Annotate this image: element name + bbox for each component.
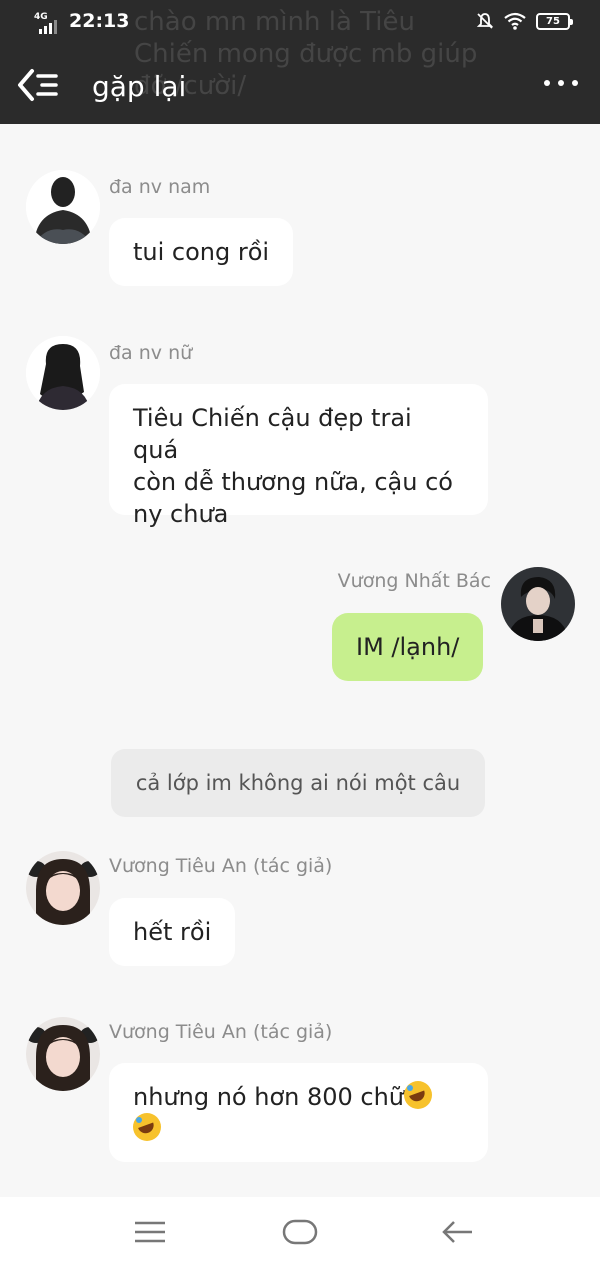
back-button[interactable] (16, 67, 62, 103)
message-bubble[interactable]: nhưng nó hơn 800 chữ (109, 1063, 488, 1162)
avatar-author-photo[interactable] (26, 851, 100, 925)
message-bubble[interactable]: tui cong rồi (109, 218, 294, 286)
wifi-icon (504, 12, 526, 30)
sender-name: Vương Tiêu An (tác giả) (109, 1021, 333, 1043)
message-bubble[interactable]: hết rồi (109, 898, 236, 966)
back-arrow-icon (442, 1221, 472, 1243)
avatar-own-photo[interactable] (501, 567, 575, 641)
message-bubble[interactable]: Tiêu Chiến cậu đẹp trai quá còn dễ thươn… (109, 384, 488, 528)
network-type: 4G (34, 12, 48, 22)
sender-name: đa nv nữ (109, 342, 193, 364)
status-time: 22:13 (69, 10, 130, 32)
avatar-author-photo[interactable] (26, 1017, 100, 1091)
back-list-icon (18, 69, 58, 101)
rofl-emoji-icon (133, 1113, 161, 1141)
menu-icon (135, 1221, 165, 1243)
battery-indicator: 75 (536, 12, 573, 30)
chat-title: gặp lại (92, 70, 187, 103)
sender-name: Vương Tiêu An (tác giả) (109, 855, 333, 877)
message-line: ny chưa (133, 500, 229, 528)
signal-icon: 4G (34, 12, 64, 34)
app-header: chào mn mình là Tiêu Chiến mong được mb … (0, 0, 600, 124)
sender-name: đa nv nam (109, 176, 211, 198)
more-dots-icon[interactable] (544, 80, 578, 90)
system-notice: cả lớp im không ai nói một câu (111, 749, 485, 817)
menu-button[interactable] (110, 1197, 190, 1267)
mute-bell-icon (476, 13, 494, 29)
status-icons: 75 (476, 12, 573, 30)
avatar-female-silhouette[interactable] (26, 336, 100, 410)
pinned-message-preview: chào mn mình là Tiêu Chiến mong được mb … (134, 7, 478, 101)
message-line: Tiêu Chiến cậu đẹp trai quá (133, 404, 412, 464)
nav-back-button[interactable] (418, 1197, 498, 1267)
avatar-male-silhouette[interactable] (26, 170, 100, 244)
message-text: nhưng nó hơn 800 chữ (133, 1083, 405, 1111)
message-line: còn dễ thương nữa, cậu có (133, 468, 453, 496)
sender-name: Vương Nhất Bác (337, 570, 491, 592)
rofl-emoji-icon (404, 1081, 433, 1109)
my-message-bubble[interactable]: IM /lạnh/ (332, 613, 484, 681)
home-button[interactable] (260, 1197, 340, 1267)
home-icon (282, 1219, 318, 1245)
system-navigation-bar (0, 1197, 600, 1267)
